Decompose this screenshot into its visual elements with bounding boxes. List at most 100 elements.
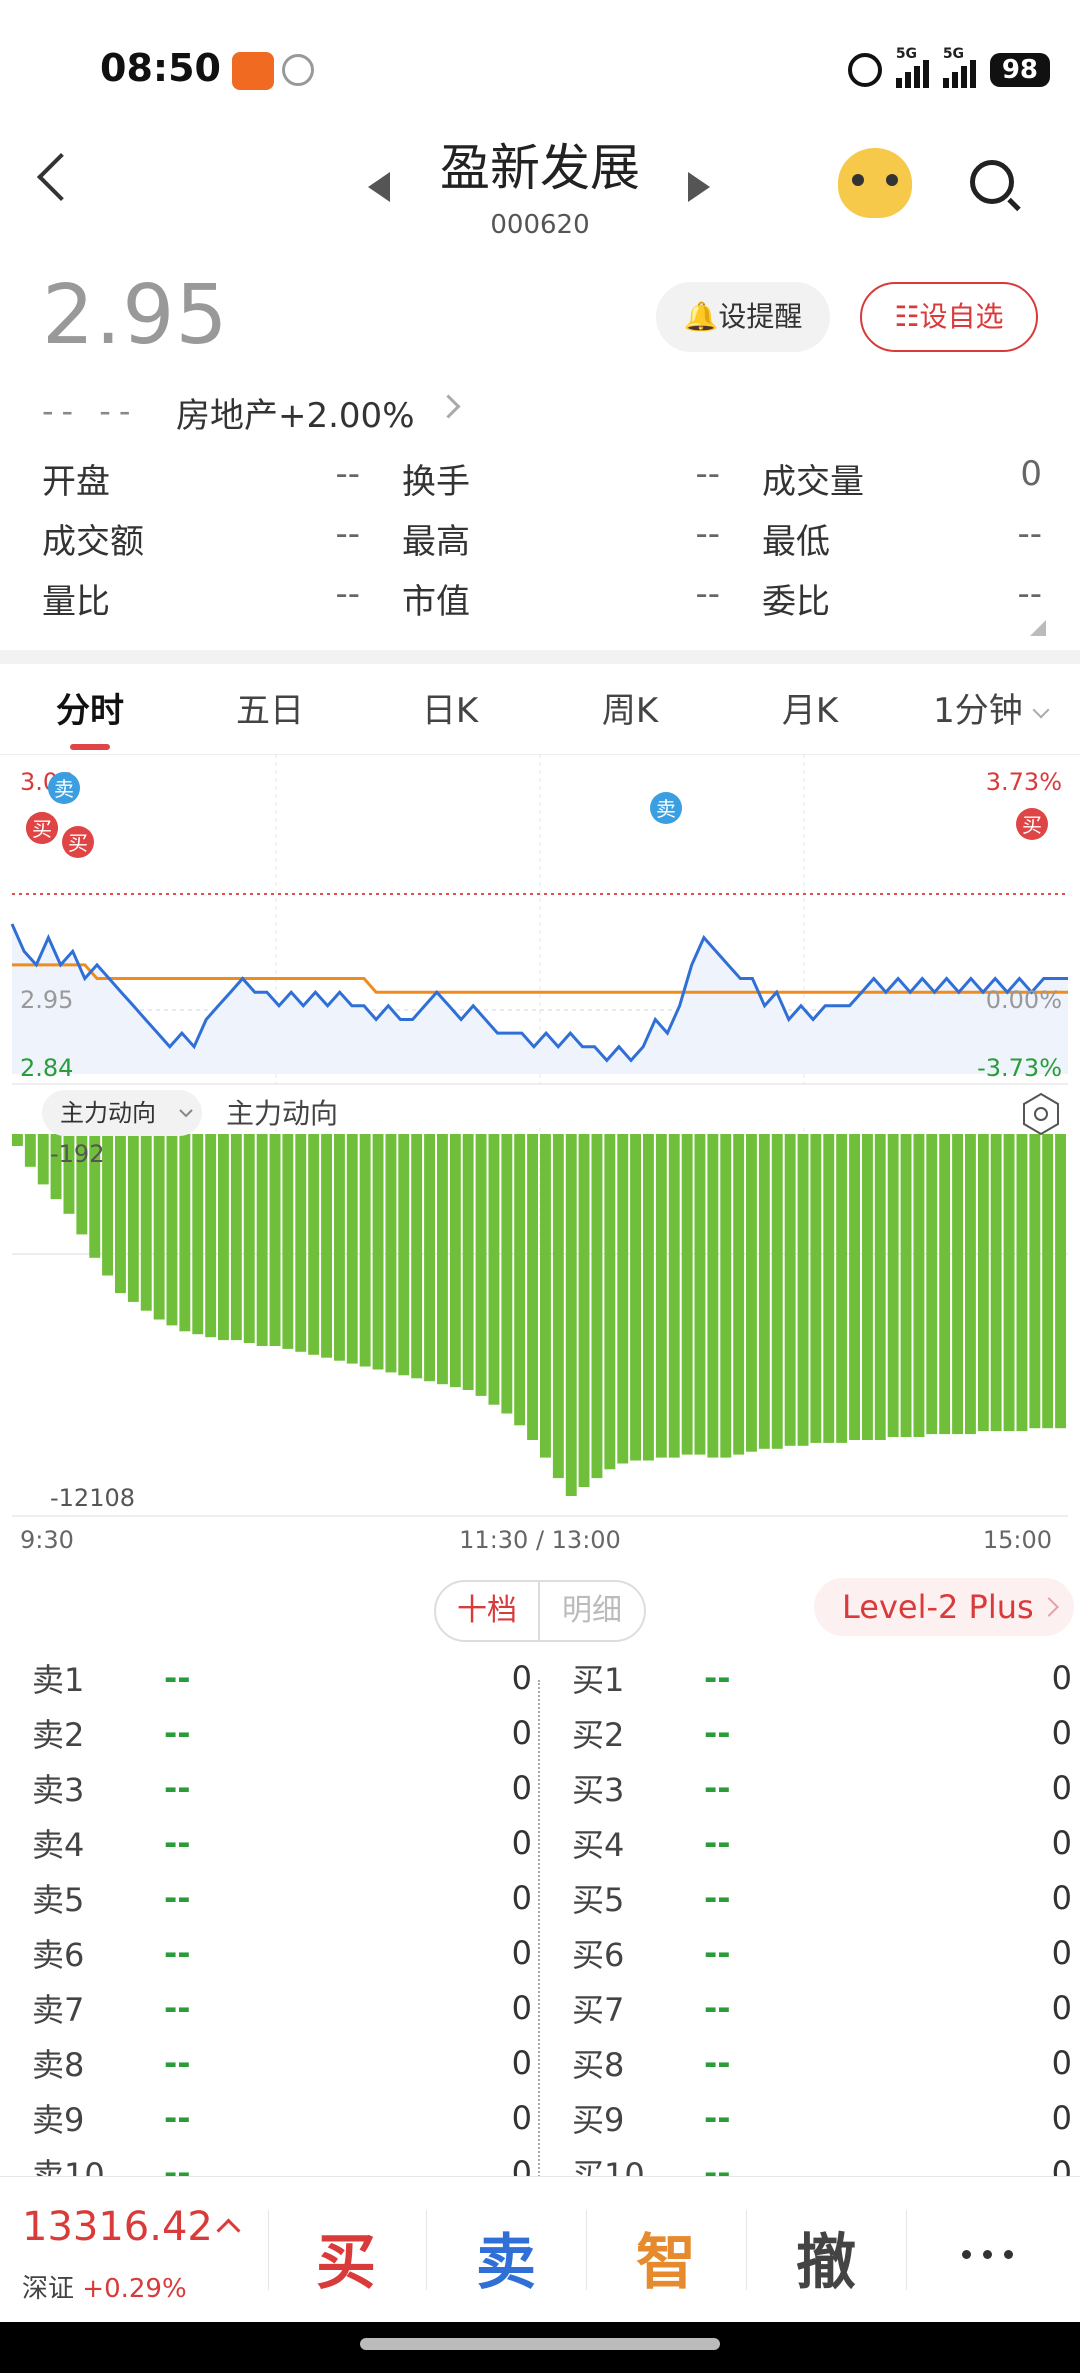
flow-bar — [1042, 1134, 1054, 1429]
bell-icon: 🔔 — [683, 300, 719, 333]
sell-orders: 卖1 -- 0 卖2 -- 0 卖3 -- 0 卖4 -- 0 卖5 -- 0 卖6 -- 0 卖7 -- 0 卖8 -- 0… — [32, 1650, 532, 2200]
settings-icon — [1023, 1092, 1059, 1136]
expand-icon[interactable] — [1030, 620, 1046, 636]
sell-row[interactable]: 卖9 -- 0 — [32, 2090, 532, 2145]
buy-row[interactable]: 买1 -- 0 — [572, 1650, 1072, 1705]
buy-price: -- — [704, 2098, 731, 2137]
tab-monthly-k[interactable]: 月K — [720, 668, 900, 754]
flow-bar — [887, 1134, 899, 1437]
flow-bar — [849, 1134, 860, 1440]
flow-bar — [153, 1134, 165, 1320]
flow-bar — [591, 1134, 603, 1479]
flow-bar — [965, 1134, 976, 1435]
sell-volume: 0 — [511, 1878, 532, 1917]
sell-row[interactable]: 卖1 -- 0 — [32, 1650, 532, 1705]
sell-button[interactable]: 卖 — [426, 2214, 586, 2301]
tab-ten-levels[interactable]: 十档 — [434, 1580, 540, 1642]
stock-code: 000620 — [490, 210, 590, 240]
flow-bar — [437, 1134, 448, 1385]
buy-row[interactable]: 买3 -- 0 — [572, 1760, 1072, 1815]
stat-high: 最高 -- — [402, 513, 720, 562]
sell-row[interactable]: 卖8 -- 0 — [32, 2035, 532, 2090]
add-favorite-button[interactable]: ☷设自选 — [860, 282, 1038, 352]
current-price: 2.95 — [42, 268, 229, 363]
buy-row[interactable]: 买4 -- 0 — [572, 1815, 1072, 1870]
buy-level: 买3 — [572, 1770, 625, 1809]
signal-icon-1: 5G — [895, 46, 929, 88]
sell-row[interactable]: 卖3 -- 0 — [32, 1760, 532, 1815]
sell-level: 卖9 — [32, 2100, 85, 2139]
sell-row[interactable]: 卖2 -- 0 — [32, 1705, 532, 1760]
buy-row[interactable]: 买6 -- 0 — [572, 1925, 1072, 1980]
tab-one-minute[interactable]: 1分钟 — [900, 668, 1080, 754]
sell-price: -- — [164, 2098, 191, 2137]
buy-button[interactable]: 买 — [266, 2214, 426, 2301]
buy-price: -- — [704, 1768, 731, 1807]
indicator-title: 主力动向 — [226, 1097, 338, 1130]
flow-bar — [939, 1134, 951, 1435]
tab-daily-k[interactable]: 日K — [360, 668, 540, 754]
buy-level: 买2 — [572, 1715, 625, 1754]
level2-plus-button[interactable]: Level-2 Plus — [814, 1578, 1074, 1636]
order-book-divider — [538, 1680, 540, 2180]
flow-bar — [449, 1134, 461, 1388]
flow-bar — [655, 1134, 667, 1458]
sell-price: -- — [164, 1658, 191, 1697]
set-reminder-button[interactable]: 🔔设提醒 — [656, 282, 830, 352]
stat-open: 开盘 -- — [42, 453, 360, 502]
sell-level: 卖5 — [32, 1880, 85, 1919]
battery-indicator: 98 — [989, 53, 1050, 87]
buy-row[interactable]: 买5 -- 0 — [572, 1870, 1072, 1925]
buy-row[interactable]: 买8 -- 0 — [572, 2035, 1072, 2090]
chevron-right-icon — [436, 394, 461, 419]
flow-bar — [424, 1134, 435, 1382]
index-value[interactable]: 13316.42 — [22, 2204, 213, 2250]
flow-bar — [578, 1134, 590, 1487]
next-stock-icon[interactable] — [688, 172, 710, 202]
cancel-order-button[interactable]: 撤 — [746, 2214, 906, 2301]
sell-price: -- — [164, 1713, 191, 1752]
back-icon[interactable] — [36, 152, 86, 202]
chat-icon: ☷ — [894, 300, 920, 333]
buy-row[interactable]: 买9 -- 0 — [572, 2090, 1072, 2145]
sell-row[interactable]: 卖4 -- 0 — [32, 1815, 532, 1870]
mascot-icon[interactable] — [838, 148, 912, 218]
flow-bar — [166, 1134, 178, 1326]
sell-price: -- — [164, 1933, 191, 1972]
flow-bar — [552, 1134, 564, 1479]
sell-row[interactable]: 卖7 -- 0 — [32, 1980, 532, 2035]
price-change: -- -- — [42, 392, 139, 430]
buy-level: 买4 — [572, 1825, 625, 1864]
buy-row[interactable]: 买2 -- 0 — [572, 1705, 1072, 1760]
more-icon[interactable] — [962, 2250, 1013, 2259]
flow-bar — [630, 1134, 641, 1461]
flow-bar — [115, 1134, 126, 1294]
sell-volume: 0 — [511, 2098, 532, 2137]
sell-price: -- — [164, 1988, 191, 2027]
tab-details[interactable]: 明细 — [540, 1580, 646, 1642]
sell-row[interactable]: 卖5 -- 0 — [32, 1870, 532, 1925]
sector-link[interactable]: 房地产+2.00% — [176, 388, 415, 437]
tab-five-day[interactable]: 五日 — [180, 668, 360, 754]
sell-row[interactable]: 卖6 -- 0 — [32, 1925, 532, 1980]
intraday-chart[interactable]: 3.06 3.73% 2.95 0.00% 2.84 -3.73% 买 买 卖 … — [0, 754, 1080, 1564]
smart-button[interactable]: 智 — [586, 2214, 746, 2301]
flow-bar — [385, 1134, 397, 1373]
sell-level: 卖6 — [32, 1935, 85, 1974]
stats-grid: 开盘 -- 换手 -- 成交量 0 成交额 -- 最高 -- 最低 -- 量比 -- 市值 --… — [42, 448, 1042, 628]
tab-weekly-k[interactable]: 周K — [540, 668, 720, 754]
app-notification-icon — [232, 52, 274, 90]
tab-intraday[interactable]: 分时 — [0, 668, 180, 754]
sell-price: -- — [164, 1768, 191, 1807]
stats-row: 开盘 -- 换手 -- 成交量 0 — [42, 448, 1042, 508]
buy-price: -- — [704, 1933, 731, 1972]
flow-bar — [1055, 1134, 1066, 1429]
status-indicators: 5G 5G 98 — [847, 46, 1050, 90]
buy-row[interactable]: 买7 -- 0 — [572, 1980, 1072, 2035]
flow-bar — [810, 1134, 822, 1443]
buy-volume: 0 — [1051, 1658, 1072, 1697]
home-indicator[interactable] — [360, 2338, 720, 2350]
flow-bar — [192, 1134, 204, 1335]
buy-level: 买9 — [572, 2100, 625, 2139]
search-icon[interactable] — [970, 160, 1014, 204]
